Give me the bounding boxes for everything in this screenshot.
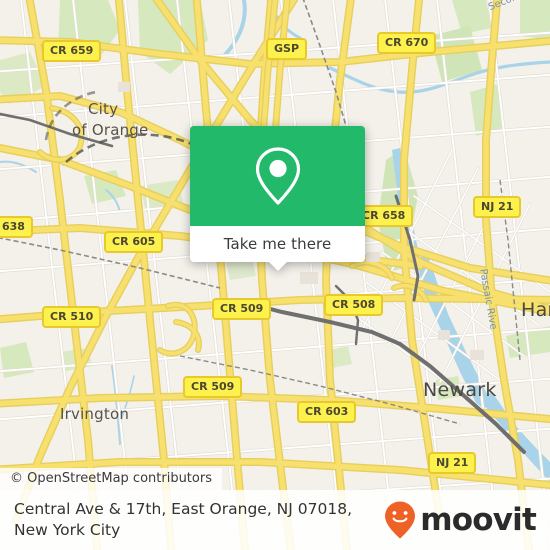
moovit-logo[interactable]: moovit (383, 500, 537, 540)
popup-icon-area (190, 126, 365, 226)
popup-pointer-tail (268, 262, 287, 271)
moovit-wordmark: moovit (420, 501, 537, 538)
location-title: Central Ave & 17th, East Orange, NJ 0701… (14, 500, 353, 539)
destination-popup-card[interactable]: Take me there (190, 126, 365, 271)
osm-attribution[interactable]: © OpenStreetMap contributors (0, 468, 222, 490)
take-me-there-button[interactable]: Take me there (190, 226, 365, 262)
map-pin-icon (255, 147, 300, 205)
moovit-pin-smiley-icon (385, 501, 416, 539)
map-screenshot: .rd { stroke:#f7e06e; stroke-linecap:rou… (0, 0, 550, 550)
take-me-there-label: Take me there (223, 235, 332, 253)
footer-bar: Central Ave & 17th, East Orange, NJ 0701… (0, 490, 550, 550)
